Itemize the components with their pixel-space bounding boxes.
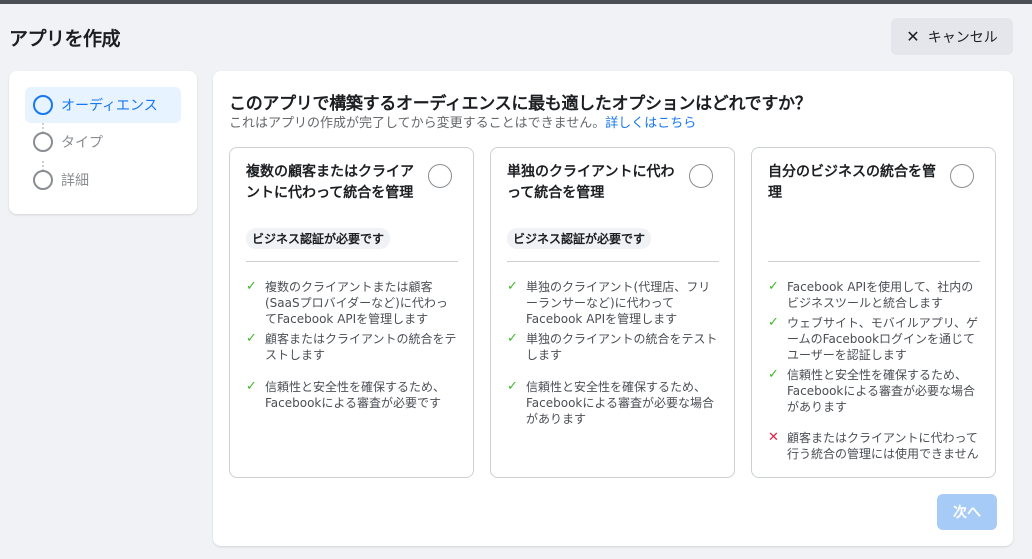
cross-icon: ✕ <box>768 430 779 445</box>
check-icon: ✓ <box>507 379 518 394</box>
list-item-text: 単独のクライアントの統合をテストします <box>526 332 718 362</box>
card-title: 単独のクライアントに代わって統合を管理 <box>507 164 675 201</box>
business-verification-badge: ビジネス認証が必要です <box>507 228 652 249</box>
check-icon: ✓ <box>246 331 257 346</box>
list-item: ✓ ウェブサイト、モバイルアプリ、ゲームのFacebookログインを通じてユーザ… <box>768 315 980 363</box>
cancel-label: キャンセル <box>927 29 998 46</box>
check-icon: ✓ <box>768 315 779 330</box>
divider <box>507 261 719 262</box>
list-item: ✓ 信頼性と安全性を確保するため、Facebookによる審査が必要です <box>246 379 458 411</box>
radio-button[interactable] <box>950 164 974 188</box>
step-details[interactable]: 詳細 <box>25 162 181 198</box>
radio-button[interactable] <box>689 164 713 188</box>
main-panel: このアプリで構築するオーディエンスに最も適したオプションはどれですか？ これはア… <box>213 71 1013 546</box>
stepper: オーディエンス タイプ 詳細 <box>9 71 197 214</box>
radio-button[interactable] <box>428 164 452 188</box>
check-icon: ✓ <box>768 279 779 294</box>
subtitle-text: これはアプリの作成が完了してから変更することはできません。 <box>229 116 606 131</box>
step-circle-icon <box>33 132 53 152</box>
list-item-text: 信頼性と安全性を確保するため、Facebookによる審査が必要です <box>265 380 446 410</box>
step-label: オーディエンス <box>61 98 158 114</box>
list-item-text: 顧客またはクライアントの統合をテストします <box>265 332 457 362</box>
question-heading: このアプリで構築するオーディエンスに最も適したオプションはどれですか？ <box>229 94 812 114</box>
step-audience[interactable]: オーディエンス <box>25 87 181 123</box>
list-item: ✓ 単独のクライアント(代理店、フリーランサーなど)に代わってFacebook … <box>507 279 719 327</box>
list-item: ✓ 信頼性と安全性を確保するため、Facebookによる審査が必要な場合がありま… <box>507 379 719 427</box>
list-item: ✕ 顧客またはクライアントに代わって行う統合の管理には使用できません <box>768 430 980 462</box>
list-item-text: Facebook APIを使用して、社内のビジネスツールと統合します <box>787 280 974 310</box>
card-title: 複数の顧客またはクライアントに代わって統合を管理 <box>246 164 414 201</box>
top-bar <box>0 0 1032 4</box>
card-title: 自分のビジネスの統合を管理 <box>768 164 936 201</box>
list-item-text: ウェブサイト、モバイルアプリ、ゲームのFacebookログインを通じてユーザーを… <box>787 316 979 362</box>
list-item-text: 信頼性と安全性を確保するため、Facebookによる審査が必要な場合があります <box>787 368 976 414</box>
option-card-single-client[interactable]: 単独のクライアントに代わって統合を管理 ビジネス認証が必要です ✓ 単独のクライ… <box>490 147 735 478</box>
list-item-text: 単独のクライアント(代理店、フリーランサーなど)に代わってFacebook AP… <box>526 280 711 326</box>
option-card-own-business[interactable]: 自分のビジネスの統合を管理 ✓ Facebook APIを使用して、社内のビジネ… <box>751 147 996 478</box>
list-item: ✓ Facebook APIを使用して、社内のビジネスツールと統合します <box>768 279 980 311</box>
learn-more-link[interactable]: 詳しくはこちら <box>605 116 696 131</box>
subtitle: これはアプリの作成が完了してから変更することはできません。詳しくはこちら <box>229 112 696 131</box>
step-circle-icon <box>33 170 53 190</box>
divider <box>768 261 980 262</box>
page-title: アプリを作成 <box>9 28 121 50</box>
list-item-text: 複数のクライアントまたは顧客(SaaSプロバイダーなど)に代わってFaceboo… <box>265 280 448 326</box>
close-icon: ✕ <box>906 26 920 46</box>
list-item-text: 顧客またはクライアントに代わって行う統合の管理には使用できません <box>787 431 979 461</box>
check-icon: ✓ <box>246 379 257 394</box>
business-verification-badge: ビジネス認証が必要です <box>246 228 391 249</box>
check-icon: ✓ <box>507 279 518 294</box>
step-label: タイプ <box>61 135 103 151</box>
step-circle-icon <box>33 95 53 115</box>
divider <box>246 261 458 262</box>
list-item-text: 信頼性と安全性を確保するため、Facebookによる審査が必要な場合があります <box>526 380 715 426</box>
check-icon: ✓ <box>246 279 257 294</box>
step-type[interactable]: タイプ <box>25 124 181 160</box>
check-icon: ✓ <box>768 367 779 382</box>
cancel-button[interactable]: ✕ キャンセル <box>891 18 1013 55</box>
step-label: 詳細 <box>61 173 89 189</box>
option-card-multiple-clients[interactable]: 複数の顧客またはクライアントに代わって統合を管理 ビジネス認証が必要です ✓ 複… <box>229 147 474 478</box>
list-item: ✓ 単独のクライアントの統合をテストします <box>507 331 719 363</box>
list-item: ✓ 複数のクライアントまたは顧客(SaaSプロバイダーなど)に代わってFaceb… <box>246 279 458 327</box>
list-item: ✓ 信頼性と安全性を確保するため、Facebookによる審査が必要な場合がありま… <box>768 367 980 415</box>
check-icon: ✓ <box>507 331 518 346</box>
next-button[interactable]: 次へ <box>937 494 997 530</box>
list-item: ✓ 顧客またはクライアントの統合をテストします <box>246 331 458 363</box>
